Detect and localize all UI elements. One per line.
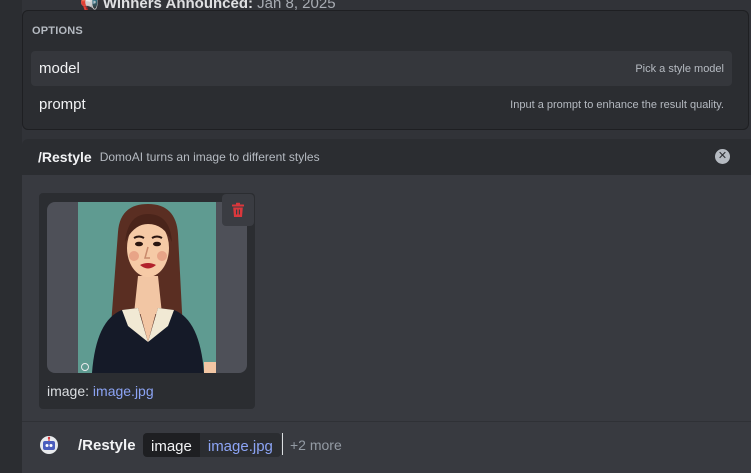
param-chip-image[interactable]: image image.jpg xyxy=(143,433,281,457)
robot-icon xyxy=(43,436,55,450)
portrait-illustration xyxy=(92,204,216,373)
attachment-filename-link[interactable]: image.jpg xyxy=(93,383,154,399)
more-options-count[interactable]: +2 more xyxy=(290,437,342,453)
footer-command-name: /Restyle xyxy=(78,437,136,454)
attachment-card: image: image.jpg xyxy=(39,193,255,409)
bot-avatar xyxy=(40,436,58,454)
param-name: image xyxy=(143,433,200,457)
command-panel: /Restyle DomoAI turns an image to differ… xyxy=(22,139,751,473)
command-input-bar[interactable]: /Restyle image image.jpg +2 more xyxy=(22,421,751,473)
option-prompt-name: prompt xyxy=(39,96,86,113)
option-model[interactable]: model Pick a style model xyxy=(31,51,732,86)
param-value: image.jpg xyxy=(199,433,281,457)
attachment-label: image: image.jpg xyxy=(47,383,154,399)
trash-icon xyxy=(232,202,244,217)
command-name: /Restyle xyxy=(38,149,92,165)
watermark-icon xyxy=(81,363,89,371)
discord-app: 📢 Winners Announced: Jan 8, 2025 OPTIONS… xyxy=(0,0,751,473)
delete-attachment-button[interactable] xyxy=(222,194,254,226)
close-icon[interactable]: ✕ xyxy=(715,149,730,164)
options-title: OPTIONS xyxy=(32,25,83,37)
command-header: /Restyle DomoAI turns an image to differ… xyxy=(22,139,751,175)
left-sidebar-strip xyxy=(0,0,22,473)
attachment-label-key: image: xyxy=(47,383,90,399)
portrait-image xyxy=(78,202,216,373)
command-description: DomoAI turns an image to different style… xyxy=(99,150,320,164)
option-model-name: model xyxy=(39,60,80,77)
option-prompt-description: Input a prompt to enhance the result qua… xyxy=(510,98,724,111)
options-popup: OPTIONS model Pick a style model prompt … xyxy=(22,10,749,130)
chat-message-peek: 📢 Winners Announced: Jan 8, 2025 xyxy=(80,0,336,12)
option-prompt[interactable]: prompt Input a prompt to enhance the res… xyxy=(31,87,732,122)
option-model-description: Pick a style model xyxy=(635,62,724,75)
text-caret xyxy=(282,433,283,455)
attachment-preview[interactable] xyxy=(47,202,247,373)
